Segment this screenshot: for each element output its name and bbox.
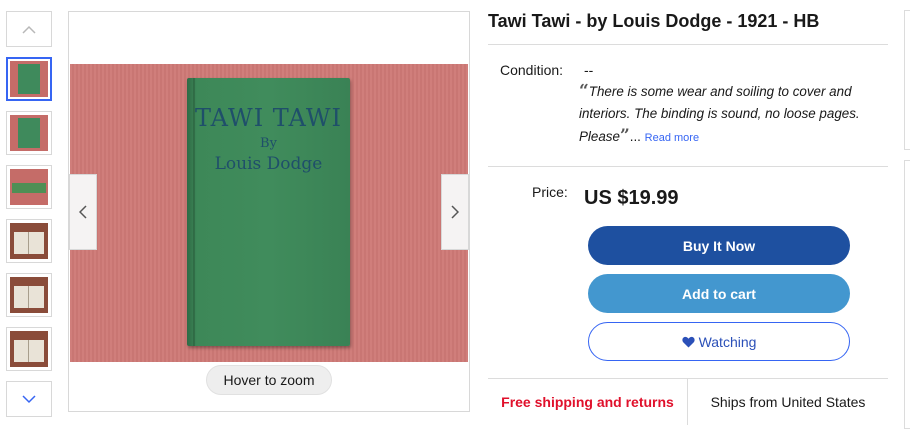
- condition-ellipsis: ...: [629, 129, 641, 144]
- listing-page: TAWI TAWI By Louis Dodge Hover to zoom T…: [0, 0, 910, 429]
- title-divider: [488, 44, 888, 45]
- condition-value: --: [584, 62, 594, 78]
- book-cover-author: Louis Dodge: [214, 154, 323, 174]
- thumbnail-1[interactable]: [6, 57, 52, 101]
- thumbnail-3[interactable]: [6, 165, 52, 209]
- book-cover-by: By: [260, 136, 277, 151]
- close-quote-icon: ”: [619, 126, 630, 146]
- chevron-right-icon: [451, 205, 459, 219]
- book-cover: TAWI TAWI By Louis Dodge: [187, 78, 350, 346]
- previous-image-button[interactable]: [69, 174, 97, 250]
- open-quote-icon: “: [579, 81, 589, 101]
- main-product-image[interactable]: TAWI TAWI By Louis Dodge: [70, 64, 468, 362]
- thumbnail-4[interactable]: [6, 219, 52, 263]
- thumbnail-6[interactable]: [6, 327, 52, 371]
- buy-it-now-button[interactable]: Buy It Now: [588, 226, 850, 265]
- chevron-up-icon: [22, 25, 36, 34]
- heart-icon: [681, 336, 695, 348]
- condition-description: “There is some wear and soiling to cover…: [579, 80, 889, 149]
- condition-divider: [488, 166, 888, 167]
- chevron-down-icon: [22, 394, 36, 403]
- thumbnail-5[interactable]: [6, 273, 52, 317]
- main-image-frame: TAWI TAWI By Louis Dodge Hover to zoom: [68, 11, 470, 412]
- thumbnail-2[interactable]: [6, 111, 52, 155]
- condition-label: Condition:: [500, 62, 564, 78]
- side-panel-edge-top: [904, 10, 910, 150]
- watching-label: Watching: [698, 333, 757, 350]
- next-image-button[interactable]: [441, 174, 469, 250]
- ships-from: Ships from United States: [710, 393, 866, 410]
- watching-button[interactable]: Watching: [588, 322, 850, 361]
- price-label: Price:: [532, 184, 568, 200]
- side-panel-edge-bottom: [904, 160, 910, 429]
- thumbnail-scroll-up-button[interactable]: [6, 11, 52, 47]
- listing-title: Tawi Tawi - by Louis Dodge - 1921 - HB: [488, 11, 820, 31]
- read-more-link[interactable]: Read more: [645, 132, 699, 144]
- add-to-cart-button[interactable]: Add to cart: [588, 274, 850, 313]
- thumbnail-strip: [6, 11, 52, 417]
- hover-to-zoom-hint: Hover to zoom: [206, 365, 332, 395]
- price-value: US $19.99: [584, 187, 679, 209]
- chevron-left-icon: [79, 205, 87, 219]
- book-cover-title: TAWI TAWI: [194, 104, 343, 132]
- thumbnail-scroll-down-button[interactable]: [6, 381, 52, 417]
- free-shipping-returns[interactable]: Free shipping and returns: [488, 378, 688, 425]
